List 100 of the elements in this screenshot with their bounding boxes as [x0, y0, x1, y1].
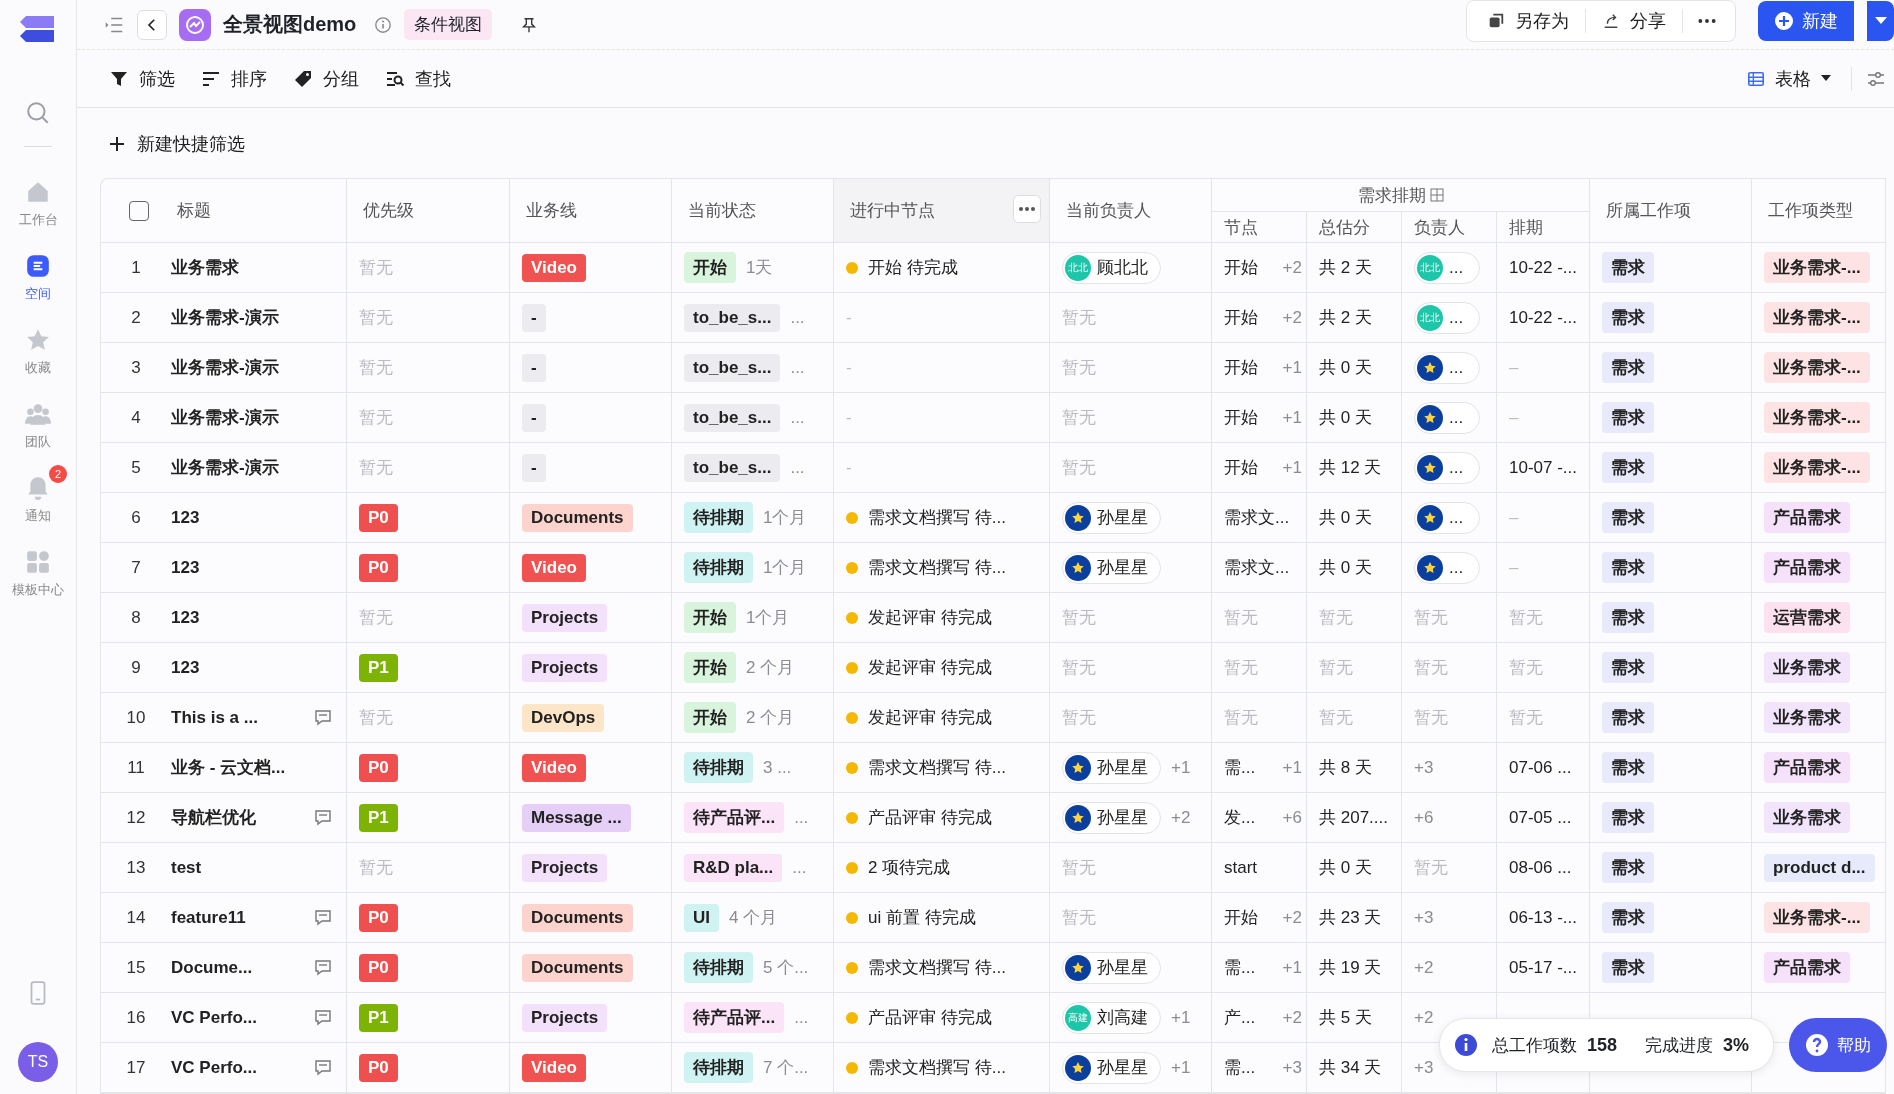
stage-label: 需... — [1224, 1057, 1256, 1079]
empty-value: 暂无 — [1062, 707, 1096, 729]
item-title[interactable]: 业务需求-演示 — [171, 306, 279, 329]
bell-icon — [25, 475, 51, 501]
column-header: 当前负责人 — [1066, 200, 1151, 222]
status-tag: 待排期 — [684, 1052, 753, 1083]
comment-icon[interactable] — [314, 1008, 332, 1027]
item-title[interactable]: 业务需求-演示 — [171, 356, 279, 379]
toolbar-button[interactable]: 排序 — [195, 66, 273, 91]
comment-icon[interactable] — [314, 1058, 332, 1077]
item-title[interactable]: 业务需求-演示 — [171, 456, 279, 479]
more-icon[interactable] — [1697, 16, 1717, 25]
sidebar-item[interactable]: 收藏 — [6, 321, 70, 383]
owner-chip[interactable]: 孙星星 — [1062, 951, 1161, 984]
assignee-chip[interactable]: ... — [1414, 351, 1481, 384]
item-title[interactable]: feature11 — [171, 907, 246, 928]
item-title[interactable]: VC Perfo... — [171, 1057, 257, 1078]
item-title[interactable]: 123 — [171, 657, 200, 678]
schedule-date: 10-22 -... — [1509, 307, 1578, 328]
assignee-chip[interactable]: 北北 ... — [1414, 251, 1481, 284]
item-title[interactable]: VC Perfo... — [171, 1007, 257, 1028]
status-duration: 1个月 — [763, 557, 807, 579]
empty-value: 暂无 — [1509, 607, 1543, 629]
column-header: 业务线 — [526, 200, 577, 222]
save-as-button[interactable]: 另存为 — [1475, 8, 1581, 33]
empty-value: 暂无 — [1062, 407, 1096, 429]
stage-label: 需求文... — [1224, 557, 1290, 579]
empty-value: - — [846, 357, 852, 378]
stage-label: 开始 — [1224, 907, 1258, 929]
more-count: +3 — [1414, 1057, 1434, 1078]
view-switch-dropdown[interactable]: 表格 — [1741, 66, 1837, 91]
sidebar-item[interactable]: 模板中心 — [6, 543, 70, 605]
view-type-tag: 条件视图 — [404, 9, 493, 40]
item-title[interactable]: 导航栏优化 — [171, 806, 256, 829]
select-all-checkbox[interactable] — [129, 200, 149, 221]
comment-icon[interactable] — [314, 958, 332, 977]
item-title[interactable]: 123 — [171, 557, 200, 578]
share-button[interactable]: 分享 — [1590, 8, 1678, 33]
empty-value: - — [846, 457, 852, 478]
item-title[interactable]: This is a ... — [171, 707, 258, 728]
assignee-chip[interactable]: ... — [1414, 401, 1481, 434]
more-count: +6 — [1414, 807, 1434, 828]
item-title[interactable]: Docume... — [171, 957, 253, 978]
new-dropdown-button[interactable] — [1866, 0, 1894, 41]
toolbar-button[interactable]: 分组 — [287, 66, 365, 91]
owner-chip[interactable]: 孙星星 — [1062, 501, 1161, 534]
item-title[interactable]: 业务需求-演示 — [171, 406, 279, 429]
sidebar-item[interactable]: 空间 — [6, 247, 70, 309]
empty-value: 暂无 — [1414, 607, 1448, 629]
empty-value: 暂无 — [1509, 707, 1543, 729]
item-title[interactable]: test — [171, 857, 202, 878]
item-title[interactable]: 123 — [171, 607, 200, 628]
sidebar-item[interactable]: 工作台 — [6, 173, 70, 235]
comment-icon[interactable] — [314, 708, 332, 727]
status-tag: 待产品评... — [684, 802, 785, 833]
assignee-chip[interactable]: ... — [1414, 501, 1481, 534]
status-tag: to_be_s... — [684, 403, 781, 432]
column-menu-icon[interactable] — [1013, 195, 1041, 223]
column-header: 工作项类型 — [1768, 200, 1853, 222]
empty-value: 暂无 — [1062, 457, 1096, 479]
toolbar-button[interactable]: 查找 — [379, 66, 457, 91]
user-avatar[interactable]: TS — [18, 1042, 58, 1082]
new-quick-filter-button[interactable]: 新建快捷筛选 — [109, 128, 245, 160]
comment-icon[interactable] — [314, 808, 332, 827]
assignee-chip[interactable]: ... — [1414, 451, 1481, 484]
estimate-value: 共 12 天 — [1319, 457, 1382, 479]
comment-icon[interactable] — [314, 908, 332, 927]
empty-value: 暂无 — [1414, 657, 1448, 679]
row-number: 9 — [130, 657, 142, 678]
business-line-tag: DevOps — [522, 703, 605, 732]
priority-tag: P1 — [359, 803, 398, 832]
business-line-tag: Documents — [522, 953, 633, 982]
node-label: 开始 待完成 — [868, 257, 958, 279]
info-icon[interactable] — [374, 15, 393, 34]
item-title[interactable]: 业务需求 — [171, 256, 239, 279]
search-icon[interactable] — [25, 100, 51, 126]
priority-tag: P0 — [359, 553, 398, 582]
owner-chip[interactable]: 孙星星 — [1062, 551, 1161, 584]
item-title[interactable]: 123 — [171, 507, 200, 528]
expand-group-icon[interactable] — [1429, 188, 1444, 202]
owner-chip[interactable]: 孙星星 — [1062, 1051, 1161, 1084]
empty-value: 暂无 — [1062, 357, 1096, 379]
owner-chip[interactable]: 孙星星 — [1062, 801, 1161, 834]
assignee-chip[interactable]: ... — [1414, 551, 1481, 584]
status-duration: ... — [790, 307, 805, 328]
toolbar-button[interactable]: 筛选 — [103, 66, 181, 91]
estimate-value: 共 0 天 — [1319, 507, 1372, 529]
new-button[interactable]: 新建 — [1758, 0, 1854, 41]
business-line-tag: Video — [522, 553, 586, 582]
assignee-chip[interactable]: 北北 ... — [1414, 301, 1481, 334]
view-title: 全景视图demo — [223, 12, 357, 37]
work-item-type-tag: 业务需求 — [1764, 802, 1850, 833]
owner-chip[interactable]: 高建 刘高建 — [1062, 1001, 1161, 1034]
item-title[interactable]: 业务 - 云文档... — [171, 756, 286, 779]
empty-value: 暂无 — [1062, 607, 1096, 629]
back-button[interactable] — [137, 9, 167, 40]
sidebar-item[interactable]: 团队 — [6, 395, 70, 457]
owner-chip[interactable]: 孙星星 — [1062, 751, 1161, 784]
owner-chip[interactable]: 北北 顾北北 — [1062, 251, 1161, 284]
status-tag: 待排期 — [684, 752, 753, 783]
